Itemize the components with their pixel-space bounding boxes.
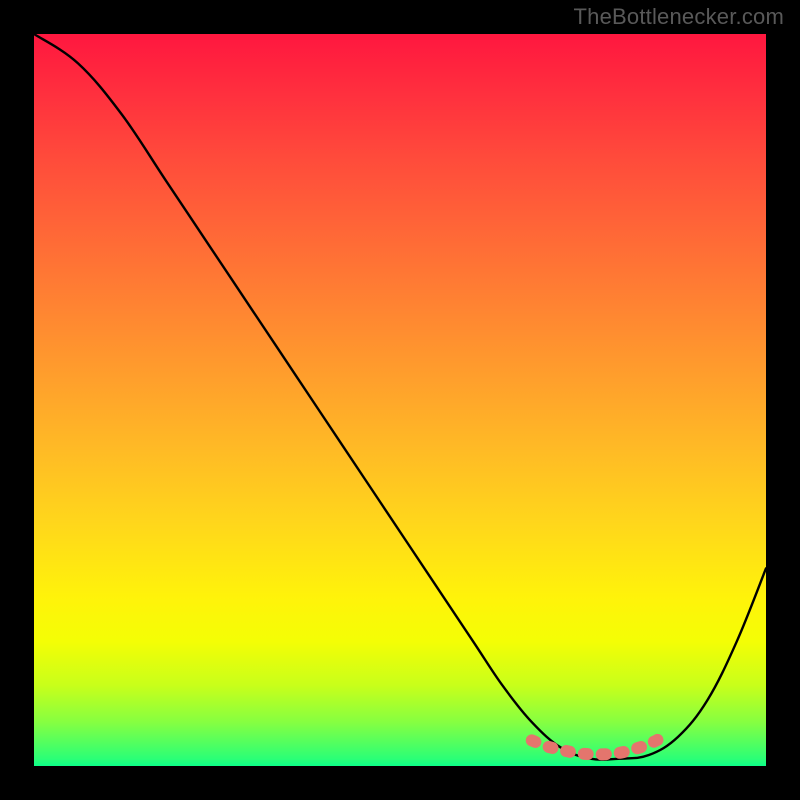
bottleneck-curve [34, 34, 766, 760]
chart-container: TheBottlenecker.com [0, 0, 800, 800]
attribution-label: TheBottlenecker.com [574, 4, 784, 30]
plot-area [34, 34, 766, 766]
curve-layer [34, 34, 766, 766]
